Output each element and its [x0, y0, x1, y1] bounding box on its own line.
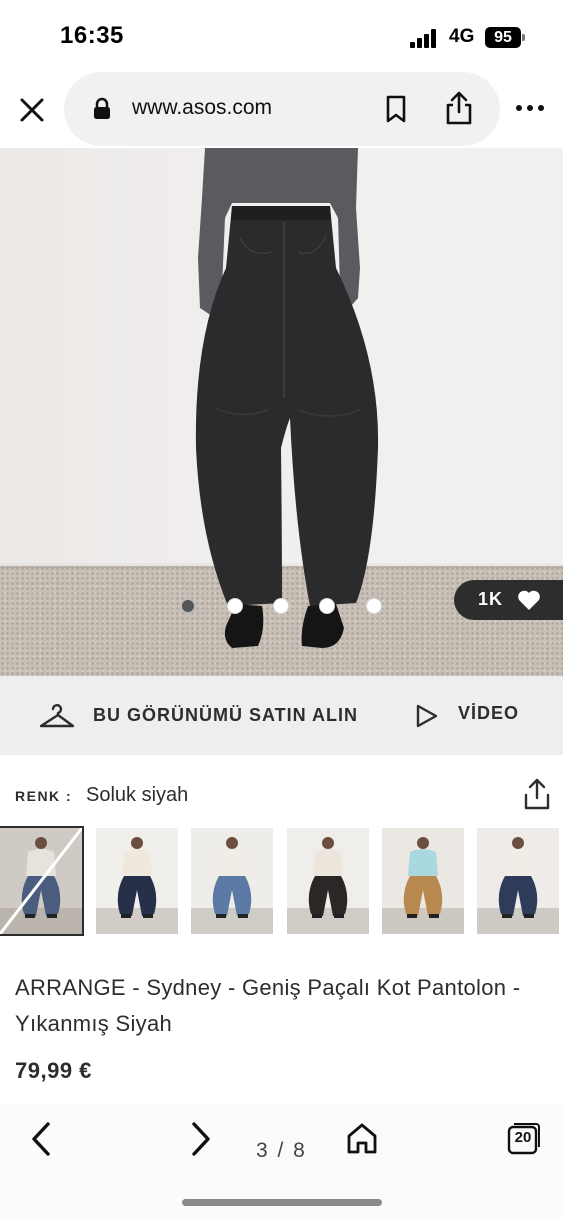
- more-icon[interactable]: [512, 98, 548, 118]
- close-icon[interactable]: [14, 92, 50, 128]
- upload-icon[interactable]: [522, 777, 552, 811]
- colour-swatch[interactable]: [382, 828, 464, 934]
- carousel-dot[interactable]: [366, 598, 382, 614]
- browser-bar: www.asos.com: [0, 72, 563, 148]
- page-counter: 3 / 8: [256, 1139, 307, 1162]
- like-count: 1K: [478, 589, 504, 609]
- look-bar: BU GÖRÜNÜMÜ SATIN ALIN VİDEO: [0, 676, 563, 755]
- video-button[interactable]: VİDEO: [414, 698, 544, 734]
- carousel-dots: [180, 596, 390, 616]
- colour-swatch[interactable]: [191, 828, 273, 934]
- tabs-count: 20: [514, 1129, 532, 1146]
- hanger-icon: [38, 702, 76, 730]
- colour-swatch[interactable]: [287, 828, 369, 934]
- chevron-left-icon[interactable]: [26, 1119, 56, 1159]
- video-label: VİDEO: [458, 703, 520, 723]
- heart-icon: [517, 589, 541, 611]
- carousel-dot[interactable]: [227, 598, 243, 614]
- battery-icon: 95: [485, 27, 521, 48]
- colour-row: RENK : Soluk siyah: [0, 770, 563, 820]
- colour-swatch[interactable]: [477, 828, 559, 934]
- network-type: 4G: [449, 26, 475, 47]
- signal-icon: [410, 28, 440, 48]
- play-icon: [414, 702, 440, 730]
- carousel-dot[interactable]: [273, 598, 289, 614]
- colour-value: Soluk siyah: [86, 784, 189, 806]
- bookmark-icon[interactable]: [382, 94, 410, 124]
- address-bar[interactable]: www.asos.com: [64, 72, 500, 146]
- browser-toolbar: 3 / 8 20: [0, 1105, 563, 1219]
- shop-the-look-button[interactable]: BU GÖRÜNÜMÜ SATIN ALIN: [38, 698, 393, 734]
- carousel-dot[interactable]: [180, 598, 196, 614]
- colour-label: RENK :: [15, 788, 73, 804]
- share-icon[interactable]: [444, 90, 474, 126]
- battery-tip: [522, 34, 525, 41]
- home-icon[interactable]: [345, 1121, 379, 1157]
- colour-swatch[interactable]: [0, 826, 84, 936]
- product-title: ARRANGE - Sydney - Geniş Paçalı Kot Pant…: [15, 975, 521, 1036]
- home-indicator: [182, 1199, 382, 1206]
- carousel-dot[interactable]: [319, 598, 335, 614]
- chevron-right-icon[interactable]: [186, 1119, 216, 1159]
- tabs-icon[interactable]: 20: [506, 1121, 540, 1157]
- shop-the-look-label: BU GÖRÜNÜMÜ SATIN ALIN: [93, 705, 358, 725]
- lock-icon: [92, 97, 112, 121]
- url-text: www.asos.com: [132, 96, 273, 119]
- status-bar: 16:35 4G 95: [0, 0, 563, 72]
- product-price: 79,99 €: [15, 1058, 92, 1083]
- colour-swatches: [0, 826, 563, 936]
- colour-swatch[interactable]: [96, 828, 178, 934]
- like-button[interactable]: 1K: [454, 580, 563, 620]
- product-image[interactable]: 1K: [0, 148, 563, 676]
- status-time: 16:35: [60, 22, 124, 49]
